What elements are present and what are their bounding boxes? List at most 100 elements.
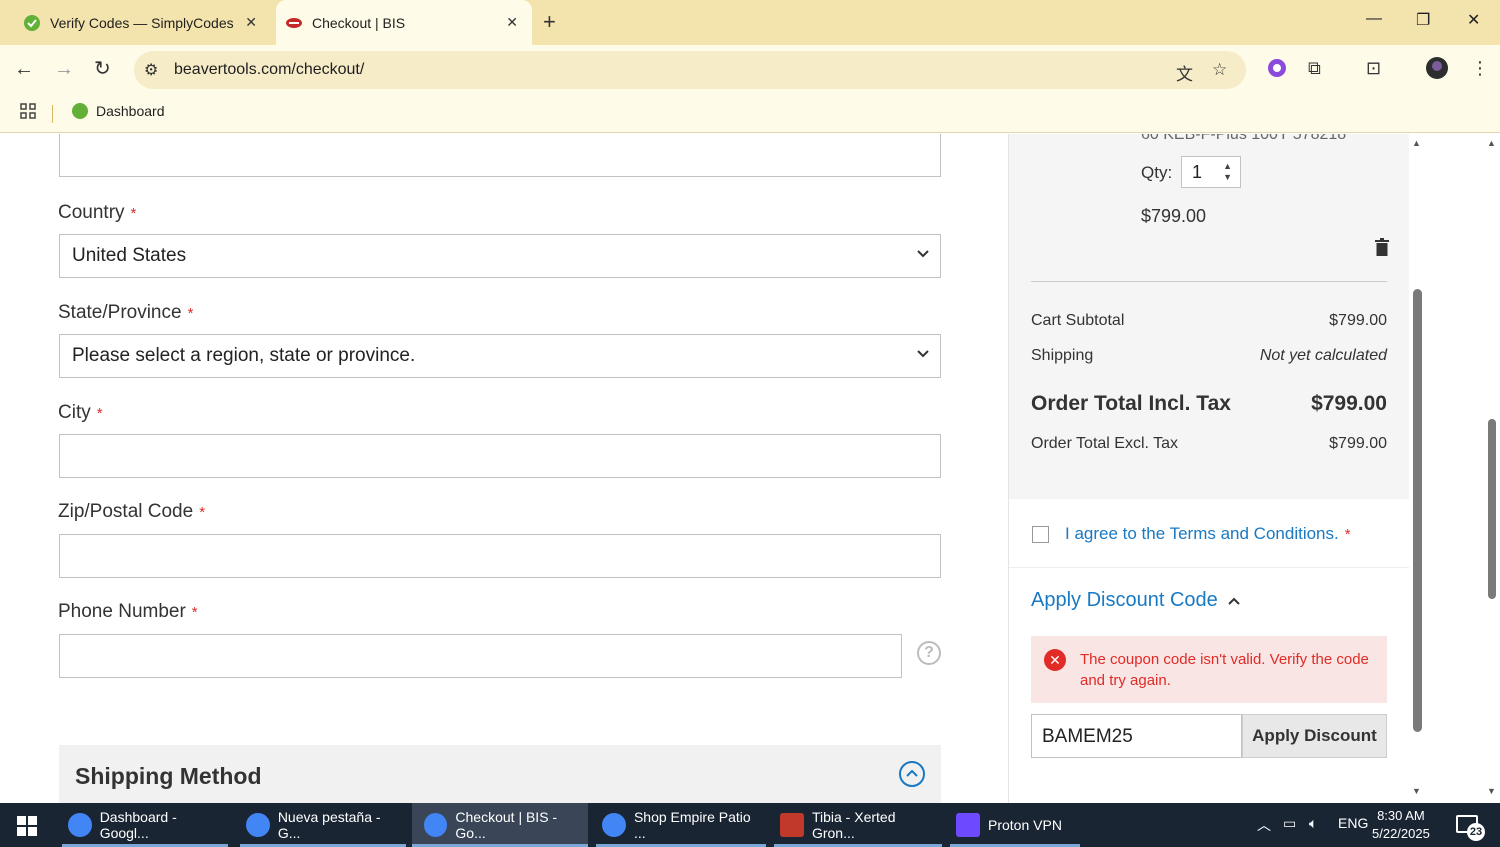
qty-spin-icon[interactable]: ▲ ▼ <box>1223 161 1232 183</box>
dashboard-favicon-icon <box>72 103 88 119</box>
cart-subtotal-row: Cart Subtotal $799.00 <box>1031 312 1387 329</box>
extension-purple-icon[interactable] <box>1267 58 1287 83</box>
tab-search-icon[interactable]: ⊡ <box>1366 58 1381 79</box>
tab-title: Verify Codes — SimplyCodes <box>50 14 234 31</box>
scrollbar-thumb[interactable] <box>1488 419 1496 599</box>
bookmark-label: Dashboard <box>96 103 165 119</box>
chevron-down-icon <box>917 250 929 258</box>
scroll-up-icon[interactable]: ▲ <box>1487 138 1496 148</box>
extensions-puzzle-icon[interactable]: ⧉ <box>1308 58 1321 79</box>
close-tab-icon[interactable]: ✕ <box>245 14 257 31</box>
proton-vpn-icon <box>956 813 980 837</box>
scroll-up-icon[interactable]: ▲ <box>1412 138 1421 148</box>
phone-label: Phone Number * <box>58 601 198 622</box>
divider <box>1009 567 1410 568</box>
divider <box>1031 281 1387 282</box>
taskbar-item[interactable]: Nueva pestaña - G... <box>240 803 406 847</box>
address-bar[interactable]: ⚙ beavertools.com/checkout/ 文 ☆ <box>134 51 1246 89</box>
summary-scrollbar[interactable]: ▲ ▼ <box>1409 134 1427 803</box>
back-icon[interactable]: ← <box>14 57 34 81</box>
taskbar-item-active[interactable]: Checkout | BIS - Go... <box>412 803 588 847</box>
coupon-error-message: ✕ The coupon code isn't valid. Verify th… <box>1031 636 1387 703</box>
close-tab-icon[interactable]: ✕ <box>506 14 518 31</box>
agreement-and-discount: I agree to the Terms and Conditions. * Ap… <box>1009 499 1410 803</box>
bookmark-dashboard[interactable]: Dashboard <box>72 103 165 119</box>
scroll-down-icon[interactable]: ▼ <box>1412 786 1421 796</box>
minimize-icon[interactable]: — <box>1366 10 1382 28</box>
browser-tab-bar: Verify Codes — SimplyCodes ✕ Checkout | … <box>0 0 1500 45</box>
apply-discount-button[interactable]: Apply Discount <box>1242 714 1387 758</box>
restore-icon[interactable]: ❐ <box>1416 10 1430 30</box>
chevron-up-circle-icon[interactable] <box>899 761 925 787</box>
zip-field[interactable] <box>59 534 941 578</box>
browser-toolbar: ← → ↻ ⚙ beavertools.com/checkout/ 文 ☆ ⧉ … <box>0 45 1500 95</box>
taskbar-item[interactable]: Proton VPN <box>950 803 1080 847</box>
shipping-row: Shipping Not yet calculated <box>1031 347 1387 364</box>
notification-count-badge: 23 <box>1467 823 1485 841</box>
page-scrollbar[interactable]: ▲ ▼ <box>1483 134 1500 803</box>
state-label: State/Province * <box>58 302 194 323</box>
chevron-down-icon <box>917 350 929 358</box>
windows-taskbar: Dashboard - Googl... Nueva pestaña - G..… <box>0 803 1500 847</box>
bookmarks-bar: Dashboard <box>0 95 1500 133</box>
chrome-icon <box>68 813 92 837</box>
scroll-down-icon[interactable]: ▼ <box>1487 786 1496 796</box>
help-question-icon[interactable]: ? <box>917 641 941 665</box>
chevron-up-icon <box>1228 597 1240 605</box>
tab-verify-codes[interactable]: Verify Codes — SimplyCodes ✕ <box>16 0 271 45</box>
apply-discount-toggle[interactable]: Apply Discount Code <box>1031 589 1240 612</box>
street-address-field[interactable] <box>59 134 941 177</box>
menu-kebab-icon[interactable]: ⋮ <box>1471 58 1489 79</box>
forward-icon[interactable]: → <box>54 57 74 81</box>
close-window-icon[interactable]: ✕ <box>1467 10 1480 30</box>
tray-chevron-up-icon[interactable]: ︿ <box>1257 815 1271 835</box>
simplycodes-favicon-icon <box>24 14 40 31</box>
shipping-method-section[interactable]: Shipping Method <box>59 745 941 803</box>
terms-checkbox[interactable] <box>1032 526 1049 543</box>
chrome-icon <box>602 813 626 837</box>
item-price: $799.00 <box>1141 206 1207 226</box>
reload-icon[interactable]: ↻ <box>94 57 111 81</box>
translate-icon[interactable]: 文 <box>1176 60 1193 85</box>
tab-checkout[interactable]: Checkout | BIS ✕ <box>276 0 532 45</box>
qty-value: 1 <box>1192 162 1203 182</box>
shipping-method-title: Shipping Method <box>75 763 262 789</box>
city-field[interactable] <box>59 434 941 478</box>
country-value: United States <box>72 245 187 266</box>
taskbar-item[interactable]: Tibia - Xerted Gron... <box>774 803 942 847</box>
order-total-incl-row: Order Total Incl. Tax $799.00 <box>1031 392 1387 415</box>
terms-link[interactable]: I agree to the Terms and Conditions. * <box>1065 524 1351 544</box>
taskbar-item[interactable]: Dashboard - Googl... <box>62 803 228 847</box>
error-x-icon: ✕ <box>1044 649 1066 671</box>
language-indicator[interactable]: ENG <box>1338 815 1368 831</box>
url-text: beavertools.com/checkout/ <box>174 61 365 78</box>
state-value: Please select a region, state or provinc… <box>72 345 416 366</box>
qty-stepper[interactable]: 1 ▲ ▼ <box>1181 156 1241 188</box>
new-tab-icon[interactable]: + <box>543 10 556 34</box>
windows-start-icon[interactable] <box>17 816 37 836</box>
country-label: Country * <box>58 202 137 223</box>
taskbar-item[interactable]: Shop Empire Patio ... <box>596 803 766 847</box>
site-info-icon[interactable]: ⚙ <box>144 60 158 80</box>
clock[interactable]: 8:30 AM 5/22/2025 <box>1372 807 1430 843</box>
bis-favicon-icon <box>286 15 302 31</box>
trash-icon[interactable] <box>1375 238 1389 256</box>
scrollbar-thumb[interactable] <box>1413 289 1422 732</box>
product-sku: 60 KEB-F-Plus 100Y 578218 <box>1141 134 1347 143</box>
apps-grid-icon[interactable] <box>20 103 36 124</box>
chrome-icon <box>424 813 448 837</box>
volume-icon[interactable]: 🔈︎ <box>1309 815 1317 832</box>
phone-field[interactable] <box>59 634 902 678</box>
chrome-icon <box>246 813 270 837</box>
page-content: Country * United States State/Province * P… <box>0 134 1500 803</box>
state-select[interactable]: Please select a region, state or provinc… <box>59 334 941 378</box>
order-summary: 60 KEB-F-Plus 100Y 578218 Qty: 1 ▲ ▼ $799… <box>1008 134 1410 803</box>
discount-code-input[interactable]: BAMEM25 <box>1031 714 1242 758</box>
bookmark-star-icon[interactable]: ☆ <box>1212 60 1227 80</box>
profile-avatar-icon[interactable] <box>1425 56 1449 85</box>
zip-label: Zip/Postal Code * <box>58 501 206 522</box>
network-icon[interactable]: ▭ <box>1283 815 1296 832</box>
tab-title: Checkout | BIS <box>312 14 406 31</box>
tibia-icon <box>780 813 804 837</box>
country-select[interactable]: United States <box>59 234 941 278</box>
